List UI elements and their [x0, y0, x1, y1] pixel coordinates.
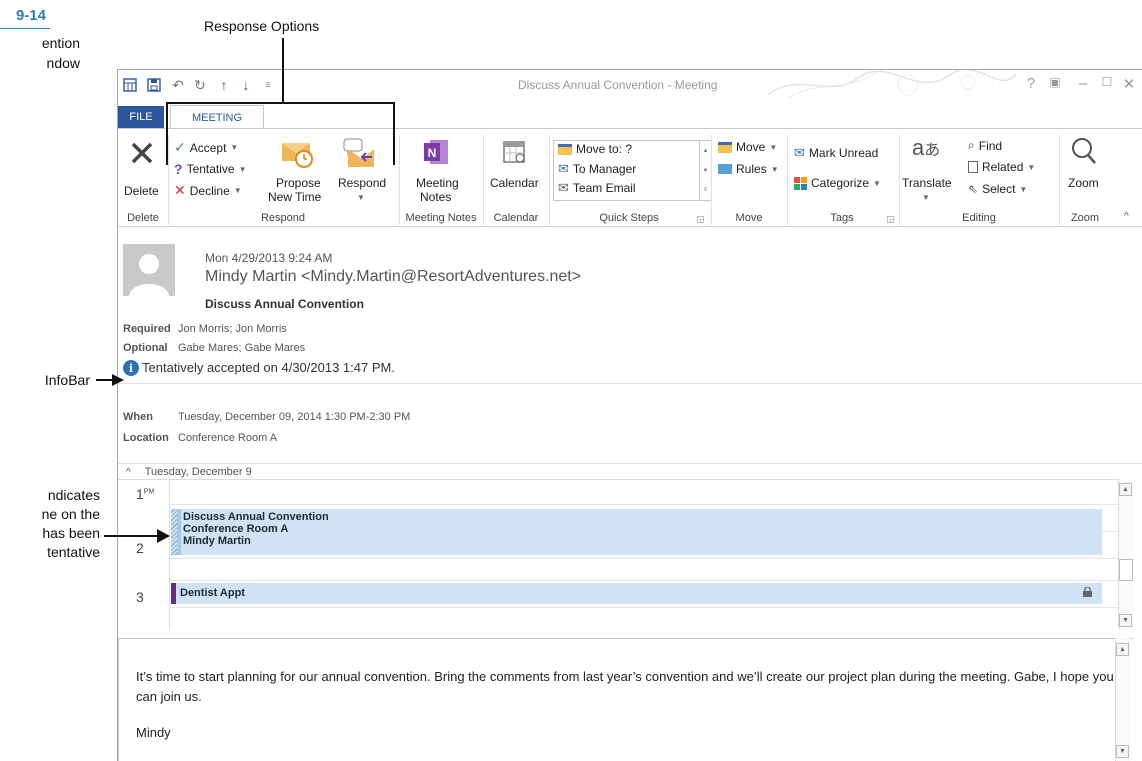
callout-lines — [96, 38, 395, 543]
figure-root: 9-14 ention ndow Response Options InfoBa… — [0, 0, 1142, 761]
